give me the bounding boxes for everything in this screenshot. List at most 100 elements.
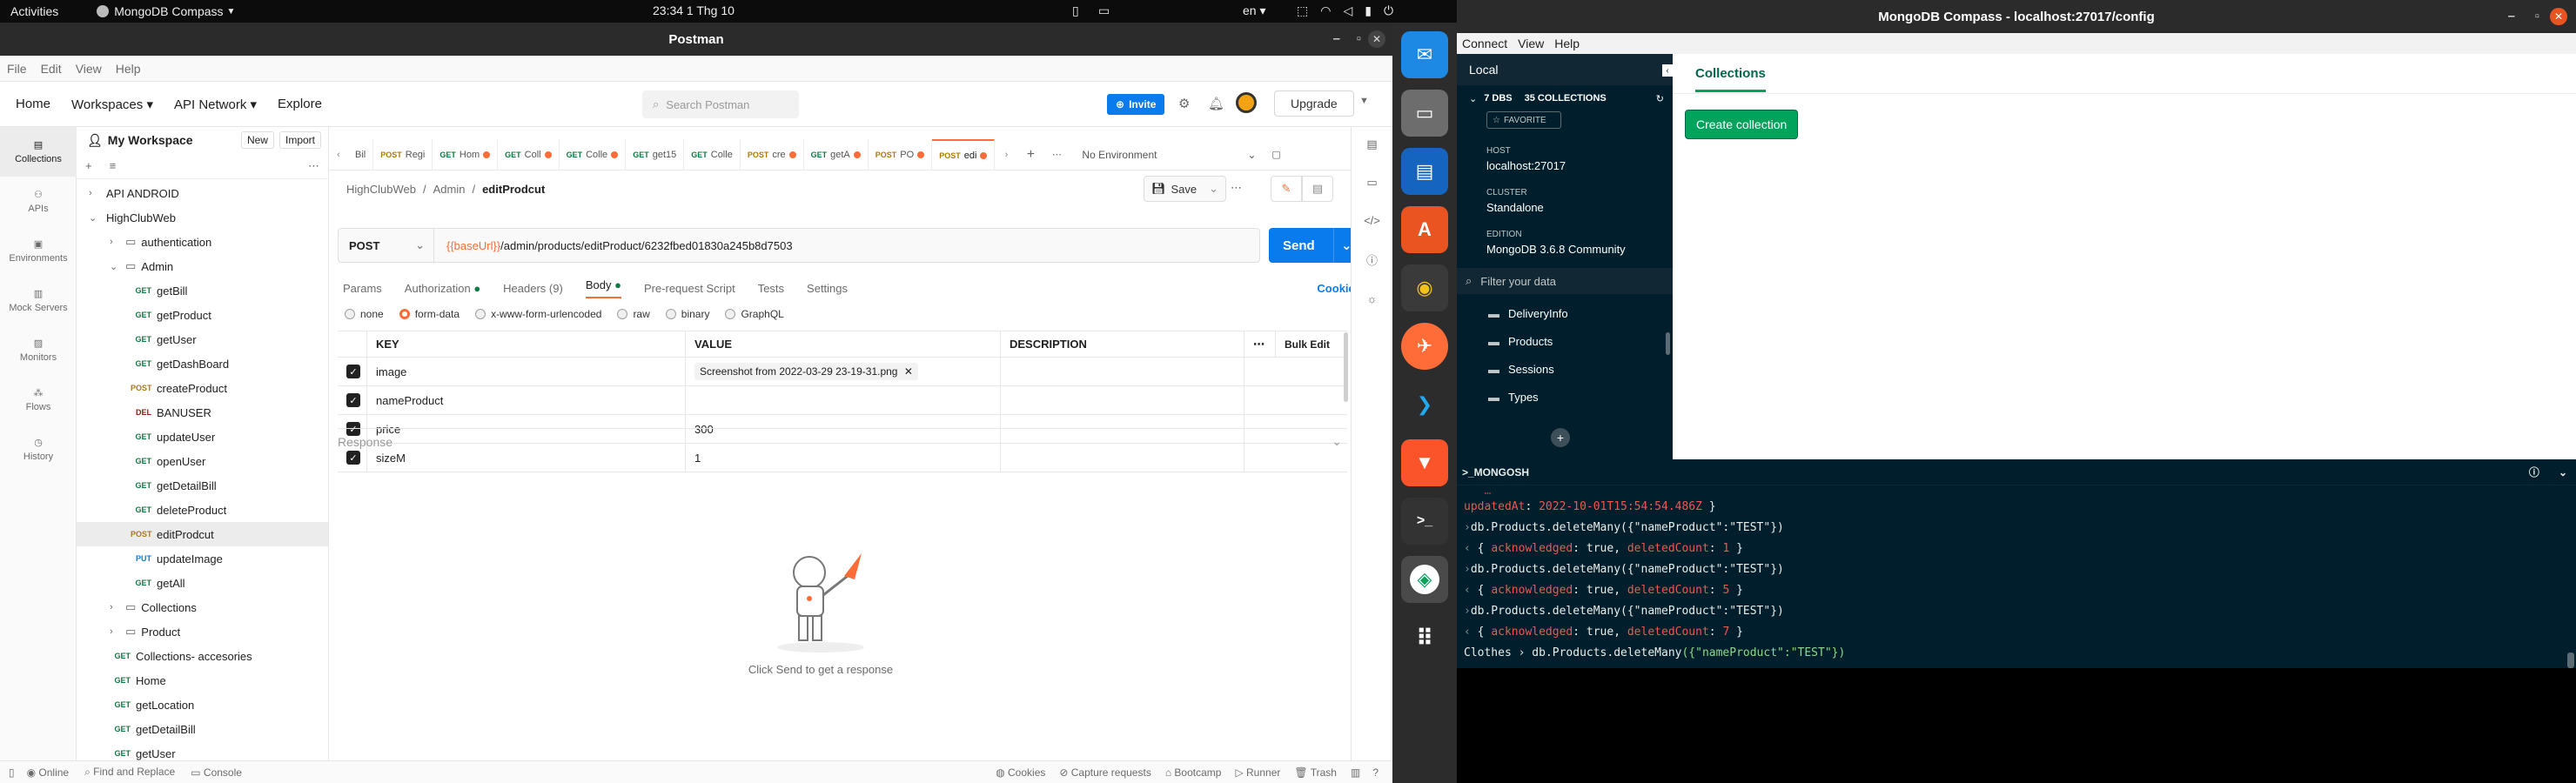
layout-icon[interactable]: ▥ xyxy=(1351,766,1360,779)
bulk-edit-button[interactable]: Bulk Edit xyxy=(1276,338,1330,351)
chevron-right-icon[interactable]: › xyxy=(89,188,101,198)
collection-item[interactable]: ▬ DeliveryInfo xyxy=(1457,299,1673,327)
more-icon[interactable]: ⋯ xyxy=(308,159,319,173)
table-scrollbar[interactable] xyxy=(1344,332,1348,402)
tab-tests[interactable]: Tests xyxy=(758,282,784,295)
tree-item[interactable]: › ▭ Collections xyxy=(77,595,328,619)
save-button[interactable]: 💾︎ Save ⌄ xyxy=(1144,176,1227,202)
tree-item[interactable]: GET getBill xyxy=(77,278,328,303)
home-link[interactable]: Home xyxy=(16,97,50,111)
rail-collections[interactable]: ▤ Collections xyxy=(0,127,77,177)
rail-apis[interactable]: ⚇ APIs xyxy=(0,177,77,226)
tab-options-icon[interactable]: ⋯ xyxy=(1043,149,1070,160)
search-bar[interactable]: ⌕ Search Postman xyxy=(642,90,799,118)
api-network-menu[interactable]: API Network ▾ xyxy=(174,97,257,112)
tree-item[interactable]: › ▭ Product xyxy=(77,619,328,644)
breadcrumb-collection[interactable]: HighClubWeb xyxy=(346,183,416,196)
code-icon[interactable]: </> xyxy=(1364,214,1381,227)
info-icon[interactable]: ⓘ xyxy=(1364,251,1381,268)
body-type-binary[interactable]: binary xyxy=(665,308,709,320)
add-database-icon[interactable]: + xyxy=(1551,428,1570,447)
workspaces-menu[interactable]: Workspaces ▾ xyxy=(71,97,153,112)
menu-connect[interactable]: Connect xyxy=(1462,37,1507,50)
tree-item[interactable]: GET getUser xyxy=(77,327,328,351)
menu-view[interactable]: View xyxy=(1518,37,1544,50)
request-more-icon[interactable]: ⋯ xyxy=(1231,181,1242,195)
request-tab[interactable]: GET Hom xyxy=(433,138,499,171)
plus-icon[interactable]: + xyxy=(85,159,92,172)
tree-item[interactable]: GET getProduct xyxy=(77,303,328,327)
description-cell[interactable] xyxy=(1001,358,1244,385)
request-tab[interactable]: GET Colle xyxy=(560,138,627,171)
settings-icon[interactable]: ⚙ xyxy=(1178,96,1190,111)
tree-item[interactable]: GET deleteProduct xyxy=(77,498,328,522)
writer-icon[interactable]: ▤ xyxy=(1401,148,1448,195)
system-tray[interactable]: ⬚ ◠ ◁ ▮ ⏻ xyxy=(1297,3,1393,18)
app-menu[interactable]: MongoDB Compass ▼ xyxy=(97,4,235,18)
new-button[interactable]: New xyxy=(240,131,274,149)
chevron-down-icon[interactable]: ⌄ xyxy=(110,261,122,272)
status-cookies[interactable]: ◍ Cookies xyxy=(996,766,1045,779)
tree-item[interactable]: GET getDashBoard xyxy=(77,351,328,376)
menu-file[interactable]: File xyxy=(7,62,27,76)
tree-item[interactable]: PUT updateImage xyxy=(77,546,328,571)
chevron-right-icon[interactable]: › xyxy=(110,602,122,612)
menu-view[interactable]: View xyxy=(76,62,102,76)
filter-icon[interactable]: ≡ xyxy=(110,159,117,172)
create-collection-button[interactable]: Create collection xyxy=(1685,110,1799,139)
request-tab[interactable]: GET Colle xyxy=(684,138,741,171)
request-name[interactable]: editProdcut xyxy=(482,183,545,196)
explore-link[interactable]: Explore xyxy=(278,97,322,111)
app-grid-icon[interactable]: ⠿ xyxy=(1401,614,1448,661)
tree-item[interactable]: POST editProdcut xyxy=(77,522,328,546)
sidebar-scrollbar[interactable] xyxy=(1666,332,1670,355)
shell-prompt[interactable]: Clothes › db.Products.deleteMany ({"nameP… xyxy=(1464,642,2576,663)
tree-item[interactable]: GET openUser xyxy=(77,449,328,473)
postman-icon[interactable]: ✈ xyxy=(1401,323,1448,370)
breadcrumb-folder[interactable]: Admin xyxy=(433,183,466,196)
favorite-button[interactable]: ☆ FAVORITE xyxy=(1486,111,1561,129)
minimize-icon[interactable]: – xyxy=(2508,9,2515,23)
tab-authorization[interactable]: Authorization ● xyxy=(405,282,480,295)
chevron-right-icon[interactable]: › xyxy=(110,237,122,247)
key-cell[interactable]: nameProduct xyxy=(367,386,686,414)
help-icon[interactable]: ? xyxy=(1372,766,1379,779)
chevron-down-icon[interactable]: ⌄ xyxy=(1469,93,1477,104)
body-type-raw[interactable]: raw xyxy=(617,308,650,320)
shell-collapse-icon[interactable]: ⌄ xyxy=(2559,466,2567,478)
shell-header[interactable]: >_MONGOSH ⓘ ⌄ xyxy=(1457,459,2576,485)
send-button[interactable]: Send ⌄ xyxy=(1269,228,1358,263)
sidebar-collapse-icon[interactable]: ‹ xyxy=(1662,64,1673,77)
rhythmbox-icon[interactable]: ◉ xyxy=(1401,264,1448,311)
request-tab[interactable]: Bil xyxy=(348,138,374,171)
tree-item[interactable]: › ▭ authentication xyxy=(77,230,328,254)
brave-icon[interactable]: ▼ xyxy=(1401,439,1448,486)
tree-item[interactable]: DEL BANUSER xyxy=(77,400,328,425)
tree-item[interactable]: GET Home xyxy=(77,668,328,693)
rail-history[interactable]: ◷ History xyxy=(0,425,77,474)
table-more-icon[interactable]: ⋯ xyxy=(1244,331,1276,358)
tree-item[interactable]: POST createProduct xyxy=(77,376,328,400)
tab-params[interactable]: Params xyxy=(343,282,382,295)
sidebar-toggle-icon[interactable]: ▯ xyxy=(9,766,15,779)
new-tab-icon[interactable]: + xyxy=(1017,147,1043,163)
menu-edit[interactable]: Edit xyxy=(41,62,62,76)
files-icon[interactable]: ▭ xyxy=(1401,90,1448,137)
import-button[interactable]: Import xyxy=(278,131,321,149)
menu-help[interactable]: Help xyxy=(116,62,141,76)
tabs-scroll-right-icon[interactable]: › xyxy=(995,150,1017,160)
tab-body[interactable]: Body ● xyxy=(585,278,621,298)
tree-item[interactable]: GET getLocation xyxy=(77,693,328,717)
maximize-icon[interactable]: ▫ xyxy=(2535,9,2539,23)
info-icon[interactable]: ⓘ xyxy=(2529,465,2539,479)
find-replace[interactable]: ⌕ Find and Replace xyxy=(84,766,175,779)
request-tab[interactable]: POST cre xyxy=(741,138,804,171)
console-toggle[interactable]: ▭ Console xyxy=(191,766,242,779)
file-chip[interactable]: Screenshot from 2022-03-29 23-19-31.png … xyxy=(694,363,918,380)
rail-environments[interactable]: ▣ Environments xyxy=(0,226,77,276)
collection-item[interactable]: ▬ Sessions xyxy=(1457,355,1673,383)
chevron-right-icon[interactable]: › xyxy=(110,626,122,637)
tree-item[interactable]: › API ANDROID xyxy=(77,181,328,205)
body-type-urlencoded[interactable]: x-www-form-urlencoded xyxy=(475,308,601,320)
bootcamp[interactable]: ⌂ Bootcamp xyxy=(1165,766,1222,779)
